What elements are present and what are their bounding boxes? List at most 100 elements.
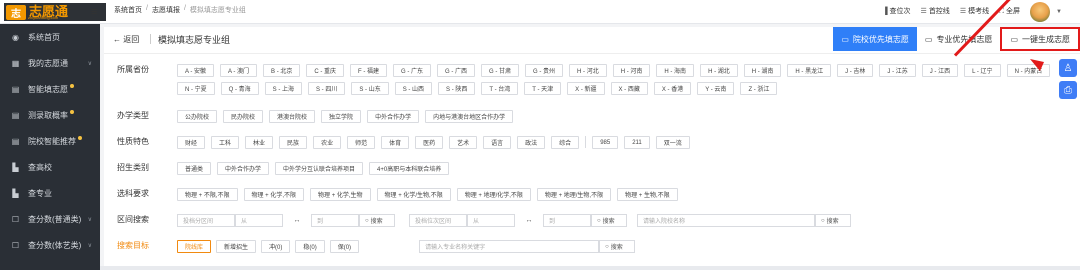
rank-range-input[interactable]: 投档位次区间 (409, 214, 467, 227)
filter-chip[interactable]: 物理 + 化学,不限 (243, 188, 305, 201)
filter-chip[interactable]: S - 山东 (351, 82, 389, 95)
filter-chip[interactable]: X - 西藏 (610, 82, 648, 95)
filter-chip[interactable]: 物理 + 化学/生物,不限 (376, 188, 451, 201)
filter-chip[interactable]: 综合 (551, 136, 580, 149)
filter-chip[interactable]: T - 台湾 (481, 82, 519, 95)
filter-chip[interactable]: 体育 (381, 136, 410, 149)
menu-toggle-icon[interactable]: ≡ (91, 6, 97, 18)
filter-chip[interactable]: 物理 + 地理/生物,不限 (536, 188, 612, 201)
filter-chip[interactable]: Q - 青海 (220, 82, 259, 95)
filter-chip[interactable]: 医药 (415, 136, 444, 149)
filter-chip[interactable]: L - 辽宁 (964, 64, 1001, 77)
filter-chip[interactable]: 物理 + 地理/化学,不限 (456, 188, 531, 201)
first-control-line-button[interactable]: ☰ 首控线 (921, 6, 950, 16)
filter-chip[interactable]: H - 湖南 (743, 64, 782, 77)
filter-chip[interactable]: 中外学分互认联合培养项目 (275, 162, 364, 175)
filter-chip[interactable]: H - 河北 (569, 64, 607, 77)
filter-chip[interactable]: F - 福建 (350, 64, 388, 77)
filter-chip[interactable]: 师范 (347, 136, 376, 149)
filter-chip[interactable]: Z - 浙江 (740, 82, 778, 95)
tab-school-first[interactable]: ▭ 院校优先填志愿 (833, 27, 917, 51)
filter-chip[interactable]: G - 贵州 (525, 64, 564, 77)
filter-chip[interactable]: 985 (592, 136, 619, 149)
filter-chip[interactable]: 保(0) (329, 240, 360, 253)
tab-one-click-generate[interactable]: ▭ 一键生成志愿 (1000, 27, 1080, 51)
major-search-button[interactable]: ○ 搜索 (599, 240, 636, 253)
filter-chip[interactable]: J - 吉林 (837, 64, 874, 77)
filter-chip[interactable]: 民族 (279, 136, 308, 149)
filter-chip[interactable]: 林业 (245, 136, 274, 149)
major-keyword-input[interactable]: 请输入专业名称关键字 (419, 240, 600, 253)
filter-chip[interactable]: J - 江西 (921, 64, 959, 77)
filter-chip[interactable]: A - 澳门 (220, 64, 258, 77)
score-from-input[interactable]: 从 (235, 214, 283, 227)
filter-chip[interactable]: 民办院校 (223, 110, 264, 123)
sidebar-item[interactable]: ▙ 查专业 (0, 180, 100, 206)
filter-chip[interactable]: 物理 + 生物,不限 (617, 188, 678, 201)
filter-chip[interactable]: 211 (624, 136, 650, 149)
filter-chip[interactable]: G - 广西 (437, 64, 476, 77)
chevron-down-icon[interactable]: ▼ (1056, 9, 1062, 15)
filter-chip[interactable]: T - 天津 (524, 82, 562, 95)
filter-chip[interactable]: S - 山西 (394, 82, 433, 95)
sidebar-item[interactable]: ▤ 智能填志愿 (0, 76, 100, 102)
filter-chip[interactable]: 新增招生 (216, 240, 257, 253)
filter-chip[interactable]: X - 香港 (653, 82, 692, 95)
filter-chip[interactable]: 公办院校 (177, 110, 218, 123)
filter-chip[interactable]: G - 广东 (393, 64, 432, 77)
school-search-button[interactable]: ○ 搜索 (815, 214, 851, 227)
score-range-input[interactable]: 投档分区间 (177, 214, 235, 227)
filter-chip[interactable]: H - 河南 (612, 64, 651, 77)
filter-chip[interactable]: 4+0高职与本科联合培养 (369, 162, 450, 175)
filter-chip[interactable]: 工科 (211, 136, 240, 149)
filter-chip[interactable]: N - 宁夏 (177, 82, 215, 95)
back-button[interactable]: ← 返回 (113, 34, 139, 45)
filter-chip[interactable]: S - 陕西 (438, 82, 476, 95)
mock-line-button[interactable]: ☰ 模考线 (960, 6, 989, 16)
filter-chip[interactable]: S - 上海 (264, 82, 303, 95)
rank-search-button[interactable]: ○ 搜索 (591, 214, 627, 227)
filter-chip[interactable]: 物理 + 不限,不限 (177, 188, 238, 201)
filter-chip[interactable]: 港澳台院校 (269, 110, 316, 123)
filter-chip[interactable]: G - 甘肃 (481, 64, 520, 77)
filter-chip[interactable]: H - 湖北 (700, 64, 738, 77)
score-to-input[interactable]: 到 (311, 214, 359, 227)
filter-chip[interactable]: H - 黑龙江 (787, 64, 832, 77)
sidebar-item[interactable]: ▦ 我的志愿通 ∨ (0, 50, 100, 76)
filter-chip[interactable]: Y - 云南 (697, 82, 735, 95)
avatar[interactable] (1030, 2, 1050, 22)
sidebar-item[interactable]: ▤ 院校智能推荐 (0, 128, 100, 154)
rank-to-input[interactable]: 到 (543, 214, 591, 227)
filter-chip[interactable]: 农业 (313, 136, 342, 149)
tab-major-first[interactable]: ▭ 专业优先填志愿 (917, 27, 1001, 51)
rank-lookup-button[interactable]: ▐ 查位次 (883, 6, 911, 16)
sidebar-item[interactable]: ☐ 查分数(体艺类) ∨ (0, 232, 100, 258)
filter-chip[interactable]: 物理 + 化学,生物 (310, 188, 371, 201)
filter-chip[interactable]: 双一流 (655, 136, 690, 149)
filter-chip[interactable]: 普通类 (177, 162, 212, 175)
filter-chip[interactable]: 艺术 (449, 136, 478, 149)
user-icon[interactable]: ♙ (1059, 59, 1077, 77)
score-search-button[interactable]: ○ 搜索 (359, 214, 395, 227)
filter-chip[interactable]: X - 新疆 (567, 82, 605, 95)
filter-chip[interactable]: 冲(0) (261, 240, 291, 253)
filter-chip[interactable]: N - 内蒙古 (1006, 64, 1051, 77)
filter-chip[interactable]: 院线库 (177, 240, 212, 253)
filter-chip[interactable]: A - 安徽 (177, 64, 215, 77)
filter-chip[interactable]: 语言 (483, 136, 512, 149)
filter-chip[interactable]: 独立学院 (321, 110, 362, 123)
filter-chip[interactable]: 中外合作办学 (367, 110, 420, 123)
filter-chip[interactable]: 政法 (517, 136, 546, 149)
breadcrumb-item[interactable]: 志愿填报 (152, 5, 180, 15)
filter-chip[interactable]: B - 北京 (263, 64, 301, 77)
filter-chip[interactable]: 稳(0) (295, 240, 325, 253)
sidebar-item[interactable]: ▤ 测录取概率 (0, 102, 100, 128)
filter-chip[interactable]: S - 四川 (308, 82, 346, 95)
filter-chip[interactable]: C - 重庆 (306, 64, 345, 77)
sidebar-item[interactable]: ◉ 系统首页 (0, 24, 100, 50)
filter-chip[interactable]: 内地与港澳台地区合作办学 (425, 110, 514, 123)
filter-chip[interactable]: 财经 (177, 136, 206, 149)
school-name-input[interactable]: 请输入院校名称 (637, 214, 815, 227)
sidebar-item[interactable]: ☐ 查分数(普通类) ∨ (0, 206, 100, 232)
filter-chip[interactable]: J - 江苏 (879, 64, 916, 77)
